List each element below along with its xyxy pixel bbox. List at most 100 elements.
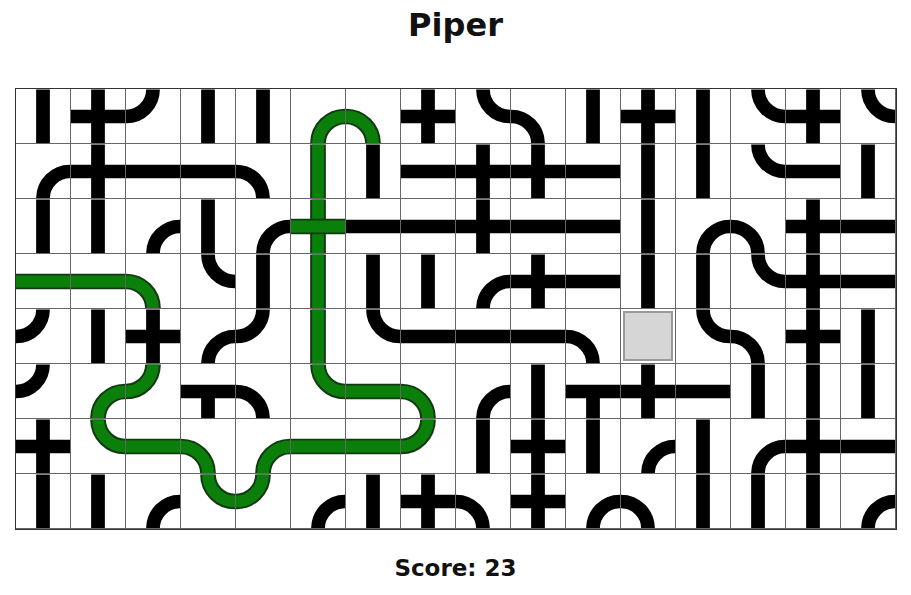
pipe-cell[interactable] (731, 89, 786, 144)
empty-slot[interactable] (623, 311, 673, 361)
pipe-cell[interactable] (126, 474, 181, 529)
pipe-cell[interactable] (566, 254, 621, 309)
pipe-cell[interactable] (676, 89, 731, 144)
pipe-cell[interactable] (71, 254, 126, 309)
pipe-cell[interactable] (566, 144, 621, 199)
pipe-cell[interactable] (676, 199, 731, 254)
pipe-cell[interactable] (346, 199, 401, 254)
pipe-cell[interactable] (731, 474, 786, 529)
pipe-cell[interactable] (511, 144, 566, 199)
pipe-cell[interactable] (71, 309, 126, 364)
pipe-cell[interactable] (566, 364, 621, 419)
pipe-cell[interactable] (126, 364, 181, 419)
pipe-cell[interactable] (126, 419, 181, 474)
pipe-cell[interactable] (236, 419, 291, 474)
pipe-cell[interactable] (126, 309, 181, 364)
pipe-cell[interactable] (181, 309, 236, 364)
pipe-cell[interactable] (786, 254, 841, 309)
pipe-cell[interactable] (566, 474, 621, 529)
pipe-cell[interactable] (511, 309, 566, 364)
pipe-cell[interactable] (731, 419, 786, 474)
pipe-cell[interactable] (401, 199, 456, 254)
pipe-cell[interactable] (786, 419, 841, 474)
pipe-cell[interactable] (236, 199, 291, 254)
pipe-cell[interactable] (236, 89, 291, 144)
pipe-cell[interactable] (731, 144, 786, 199)
pipe-cell[interactable] (401, 89, 456, 144)
pipe-cell[interactable] (236, 364, 291, 419)
pipe-cell[interactable] (566, 309, 621, 364)
pipe-cell[interactable] (786, 89, 841, 144)
pipe-cell[interactable] (236, 254, 291, 309)
pipe-cell[interactable] (566, 419, 621, 474)
pipe-cell[interactable] (291, 144, 346, 199)
pipe-cell[interactable] (841, 199, 896, 254)
pipe-cell[interactable] (346, 474, 401, 529)
pipe-cell[interactable] (346, 89, 401, 144)
pipe-cell[interactable] (841, 254, 896, 309)
pipe-cell[interactable] (456, 89, 511, 144)
pipe-cell[interactable] (71, 199, 126, 254)
pipe-cell[interactable] (71, 144, 126, 199)
pipe-cell[interactable] (236, 474, 291, 529)
pipe-cell[interactable] (346, 309, 401, 364)
pipe-cell[interactable] (401, 254, 456, 309)
pipe-cell[interactable] (566, 89, 621, 144)
pipe-cell[interactable] (346, 419, 401, 474)
pipe-cell[interactable] (841, 364, 896, 419)
pipe-cell[interactable] (401, 309, 456, 364)
pipe-cell[interactable] (126, 89, 181, 144)
pipe-cell[interactable] (511, 419, 566, 474)
pipe-cell[interactable] (841, 419, 896, 474)
pipe-cell[interactable] (621, 89, 676, 144)
empty-cell[interactable] (621, 309, 676, 364)
pipe-cell[interactable] (456, 144, 511, 199)
pipe-cell[interactable] (291, 419, 346, 474)
pipe-cell[interactable] (181, 199, 236, 254)
pipe-cell[interactable] (511, 364, 566, 419)
pipe-cell[interactable] (16, 199, 71, 254)
pipe-cell[interactable] (676, 254, 731, 309)
pipe-cell[interactable] (731, 364, 786, 419)
pipe-cell[interactable] (346, 364, 401, 419)
pipe-cell[interactable] (236, 309, 291, 364)
pipe-cell[interactable] (126, 199, 181, 254)
pipe-cell[interactable] (676, 419, 731, 474)
pipe-cell[interactable] (16, 309, 71, 364)
pipe-cell[interactable] (71, 474, 126, 529)
pipe-cell[interactable] (786, 144, 841, 199)
pipe-cell[interactable] (841, 89, 896, 144)
pipe-cell[interactable] (126, 254, 181, 309)
pipe-cell[interactable] (676, 474, 731, 529)
pipe-cell[interactable] (621, 199, 676, 254)
pipe-cell[interactable] (456, 419, 511, 474)
pipe-cell[interactable] (181, 144, 236, 199)
pipe-cell[interactable] (786, 364, 841, 419)
pipe-cell[interactable] (346, 144, 401, 199)
pipe-cell[interactable] (786, 199, 841, 254)
pipe-cell[interactable] (456, 254, 511, 309)
pipe-cell[interactable] (71, 364, 126, 419)
pipe-cell[interactable] (621, 474, 676, 529)
pipe-cell[interactable] (841, 144, 896, 199)
pipe-cell[interactable] (71, 89, 126, 144)
pipe-cell[interactable] (236, 144, 291, 199)
pipe-cell[interactable] (456, 199, 511, 254)
pipe-cell[interactable] (566, 199, 621, 254)
pipe-cell[interactable] (16, 144, 71, 199)
pipe-cell[interactable] (181, 89, 236, 144)
pipe-cell[interactable] (16, 89, 71, 144)
pipe-cell[interactable] (181, 364, 236, 419)
pipe-cell[interactable] (676, 144, 731, 199)
pipe-cell[interactable] (401, 419, 456, 474)
pipe-cell[interactable] (786, 474, 841, 529)
pipe-cell[interactable] (291, 199, 346, 254)
pipe-cell[interactable] (786, 309, 841, 364)
pipe-cell[interactable] (401, 144, 456, 199)
pipe-cell[interactable] (16, 419, 71, 474)
pipe-cell[interactable] (346, 254, 401, 309)
pipe-cell[interactable] (181, 474, 236, 529)
pipe-cell[interactable] (621, 419, 676, 474)
pipe-cell[interactable] (16, 364, 71, 419)
pipe-cell[interactable] (621, 144, 676, 199)
